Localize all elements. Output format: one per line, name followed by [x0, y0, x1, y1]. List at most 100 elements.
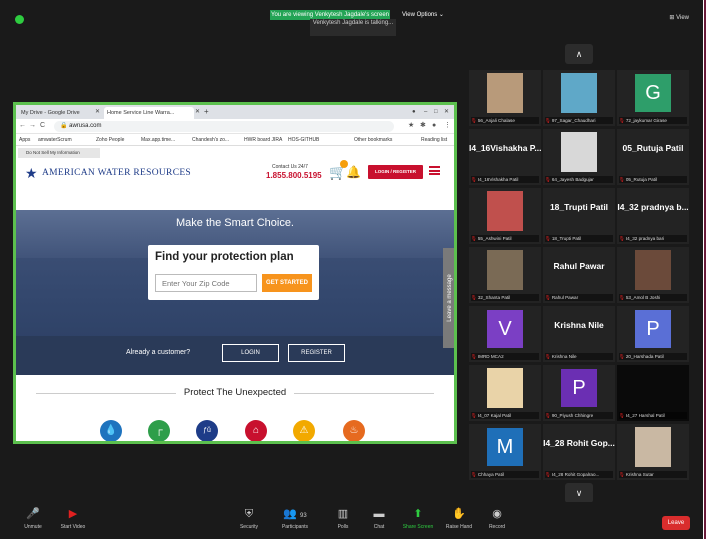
sewer-icon[interactable]: ƒŭ	[196, 420, 218, 441]
bookmark-hwr[interactable]: HWR board JIRA	[244, 135, 282, 145]
participant-name: 97_Sagar_Chaudhari	[551, 118, 596, 123]
participant-display-name: I4_28 Rohit Gop...	[543, 438, 615, 448]
browser-tab-awr[interactable]: Home Service Line Warra...	[104, 107, 194, 119]
new-tab-icon[interactable]: +	[204, 107, 209, 117]
participant-tile[interactable]: P 🎙90_Piyush Chhingre	[543, 365, 615, 421]
participants-icon: 👥 93	[283, 508, 307, 520]
muted-mic-icon: 🎙	[545, 118, 551, 123]
menu-icon[interactable]: ⋮	[444, 121, 451, 131]
profile-icon[interactable]: ●	[432, 121, 436, 131]
participant-tile[interactable]: 🎙56_Anjali Chalase	[469, 70, 541, 126]
participant-display-name: Krishna Nile	[554, 320, 604, 330]
participant-tile[interactable]: 🎙I4_27 Harshal Patil	[617, 365, 689, 421]
participant-tile[interactable]: 🎙97_Sagar_Chaudhari	[543, 70, 615, 126]
participant-tile[interactable]: 🎙I4_07 Kajal Patil	[469, 365, 541, 421]
fire-icon[interactable]: ♨	[343, 420, 365, 441]
participant-video	[487, 191, 523, 231]
back-icon[interactable]: ←	[19, 121, 26, 131]
zip-code-input[interactable]	[155, 274, 257, 292]
participant-tile[interactable]: Rahul Pawar 🎙Rahul Pawar	[543, 247, 615, 303]
leave-message-tab[interactable]: Leave a message	[443, 248, 454, 348]
forward-icon[interactable]: →	[29, 121, 36, 131]
view-options-button[interactable]: View Options ⌄	[402, 10, 444, 20]
puzzle-icon[interactable]: ✱	[420, 121, 426, 131]
get-started-button[interactable]: GET STARTED	[262, 274, 312, 292]
participant-tile[interactable]: 🎙53_Amol B Joshi	[617, 247, 689, 303]
participant-name-label: 🎙I4_07 Kajal Patil	[471, 412, 539, 419]
muted-mic-icon: 🎙	[619, 295, 625, 300]
browser-tab-drive[interactable]: My Drive - Google Drive	[18, 107, 98, 119]
participant-name: Krishna Nile	[551, 354, 577, 359]
share-screen-button[interactable]: ⬆ Share Screen	[395, 508, 441, 530]
participant-tile[interactable]: 🎙64_Jayesh Badgujar	[543, 129, 615, 185]
view-button[interactable]: ⊞ View	[669, 14, 689, 21]
record-button[interactable]: ◉ Record	[474, 508, 520, 530]
extension-icon[interactable]: ★	[408, 121, 414, 131]
do-not-sell-link[interactable]: Do Not Sell My Information	[18, 148, 100, 158]
participant-tile[interactable]: 🎙Krishna Sutar	[617, 424, 689, 480]
participant-tile[interactable]: I4_28 Rohit Gop... 🎙I4_28 Rohit Gopalrao.…	[543, 424, 615, 480]
contact-phone[interactable]: 1.855.800.5195	[266, 171, 322, 180]
participant-name: 05_Rutuja Patil	[625, 177, 657, 182]
maximize-icon[interactable]: □	[434, 107, 438, 117]
bookmark-other[interactable]: Other bookmarks	[354, 135, 392, 145]
bookmark-chandesh[interactable]: Chandesh's zo...	[192, 135, 229, 145]
close-tab-icon[interactable]: ✕	[195, 107, 200, 117]
close-window-icon[interactable]: ✕	[444, 107, 449, 117]
bookmark-github[interactable]: HOS-GITHUB	[288, 135, 319, 145]
home-icon[interactable]: ⌂	[245, 420, 267, 441]
participant-name-label: 🎙53_Amol B Joshi	[619, 294, 687, 301]
encryption-shield-icon[interactable]	[15, 15, 24, 24]
muted-mic-icon: 🎙	[471, 354, 477, 359]
participant-tile[interactable]: 🎙32_Shanta Patil	[469, 247, 541, 303]
participant-tile[interactable]: I4_32 pradnya b... 🎙I4_32 pradnya bari	[617, 188, 689, 244]
muted-mic-icon: 🎙	[471, 413, 477, 418]
scroll-up-button[interactable]: ∧	[565, 44, 593, 64]
login-button[interactable]: LOGIN	[222, 344, 279, 362]
pipe-icon[interactable]: ┌	[148, 420, 170, 441]
register-button[interactable]: REGISTER	[288, 344, 345, 362]
bell-icon[interactable]: 🔔	[346, 165, 361, 179]
warning-icon[interactable]: ⚠	[293, 420, 315, 441]
security-button[interactable]: ⛨ Security	[226, 508, 272, 530]
find-plan-title: Find your protection plan	[155, 251, 294, 263]
participant-tile[interactable]: 🎙55_Ashwini Patil	[469, 188, 541, 244]
bookmark-amwaterscrum[interactable]: amwaterScrum	[38, 135, 72, 145]
participants-button[interactable]: 👥 93 Participants	[272, 508, 318, 530]
participant-tile[interactable]: I4_16Vishakha P... 🎙I4_16Vishakha Patil	[469, 129, 541, 185]
minimize-icon[interactable]: –	[424, 107, 427, 117]
muted-mic-icon: 🎙	[471, 472, 477, 477]
url-bar[interactable]: 🔒 awrusa.com	[54, 121, 394, 132]
scroll-down-button[interactable]: ∨	[565, 483, 593, 503]
participant-tile[interactable]: 05_Rutuja Patil 🎙05_Rutuja Patil	[617, 129, 689, 185]
bookmark-zoho[interactable]: Zoho People	[96, 135, 124, 145]
participant-name: I4_16Vishakha Patil	[477, 177, 519, 182]
bookmark-apps[interactable]: Apps	[19, 135, 30, 145]
participant-name-label: 🎙05_Rutuja Patil	[619, 176, 687, 183]
bookmark-reading[interactable]: Reading list	[421, 135, 447, 145]
water-drop-icon[interactable]: 💧	[100, 420, 122, 441]
hamburger-menu-icon[interactable]	[429, 166, 440, 175]
participant-tile[interactable]: Krishna Nile 🎙Krishna Nile	[543, 306, 615, 362]
participant-name: I4_27 Harshal Patil	[625, 413, 665, 418]
participant-name: I4_28 Rohit Gopalrao...	[551, 472, 600, 477]
participant-name-label: 🎙Rahul Pawar	[545, 294, 613, 301]
participant-tile[interactable]: 18_Trupti Patil 🎙18_Trupti Patil	[543, 188, 615, 244]
participant-tile[interactable]: P 🎙20_Harshada Patil	[617, 306, 689, 362]
close-tab-icon[interactable]: ✕	[95, 107, 100, 117]
start-video-button[interactable]: ▶ Start Video	[50, 508, 96, 530]
leave-button[interactable]: Leave	[662, 516, 690, 530]
login-register-button[interactable]: LOGIN / REGISTER	[368, 165, 423, 179]
participant-tile[interactable]: M 🎙Chhaya Patil	[469, 424, 541, 480]
muted-mic-icon: 🎙	[471, 118, 477, 123]
participant-tile[interactable]: V 🎙IMRD MCA2	[469, 306, 541, 362]
meeting-toolbar: 🎤 Unmute ▶ Start Video ⛨ Security 👥 93 P…	[0, 502, 703, 539]
reload-icon[interactable]: C	[40, 121, 45, 131]
hero-title: Make the Smart Choice.	[176, 217, 294, 229]
participant-avatar: G	[635, 74, 671, 112]
participant-tile[interactable]: G 🎙72_jaykumar Girase	[617, 70, 689, 126]
tab-search-icon[interactable]: ●	[412, 107, 416, 117]
participant-video	[487, 368, 523, 408]
site-logo[interactable]: AMERICAN WATER RESOURCES	[42, 168, 191, 178]
bookmark-max[interactable]: Max.app.time...	[141, 135, 175, 145]
